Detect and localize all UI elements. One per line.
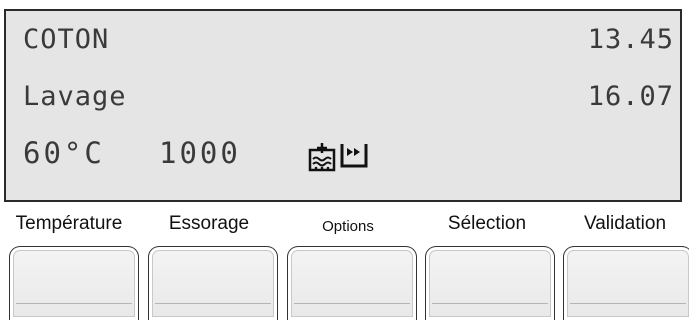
label-options: Options <box>322 218 374 235</box>
spin-button[interactable] <box>148 246 278 320</box>
temperature-button[interactable] <box>9 246 139 320</box>
label-selection: Sélection <box>447 213 527 234</box>
lcd-display: COTON 13.45 Lavage 16.07 60°C 1000 <box>4 9 682 202</box>
key-crease <box>294 303 410 304</box>
label-temperature: Température <box>15 213 123 234</box>
end-time: 16.07 <box>587 81 674 112</box>
key-crease <box>432 303 548 304</box>
clock-time: 13.45 <box>587 24 674 55</box>
label-validation: Validation <box>583 213 667 234</box>
button-labels-row: Température Essorage Options Sélection V… <box>0 211 689 239</box>
validation-button[interactable] <box>563 246 689 320</box>
temperature-value: 60°C <box>23 136 105 170</box>
cycle-phase: Lavage <box>23 81 127 112</box>
program-name: COTON <box>23 24 110 55</box>
quick-wash-icon <box>339 139 369 169</box>
prewash-stain-icon <box>307 142 337 172</box>
selection-button[interactable] <box>425 246 555 320</box>
spin-speed-value: 1000 <box>159 136 241 170</box>
key-crease <box>570 303 686 304</box>
key-crease <box>155 303 271 304</box>
label-spin: Essorage <box>168 213 250 234</box>
key-crease <box>16 303 132 304</box>
options-button[interactable] <box>287 246 417 320</box>
